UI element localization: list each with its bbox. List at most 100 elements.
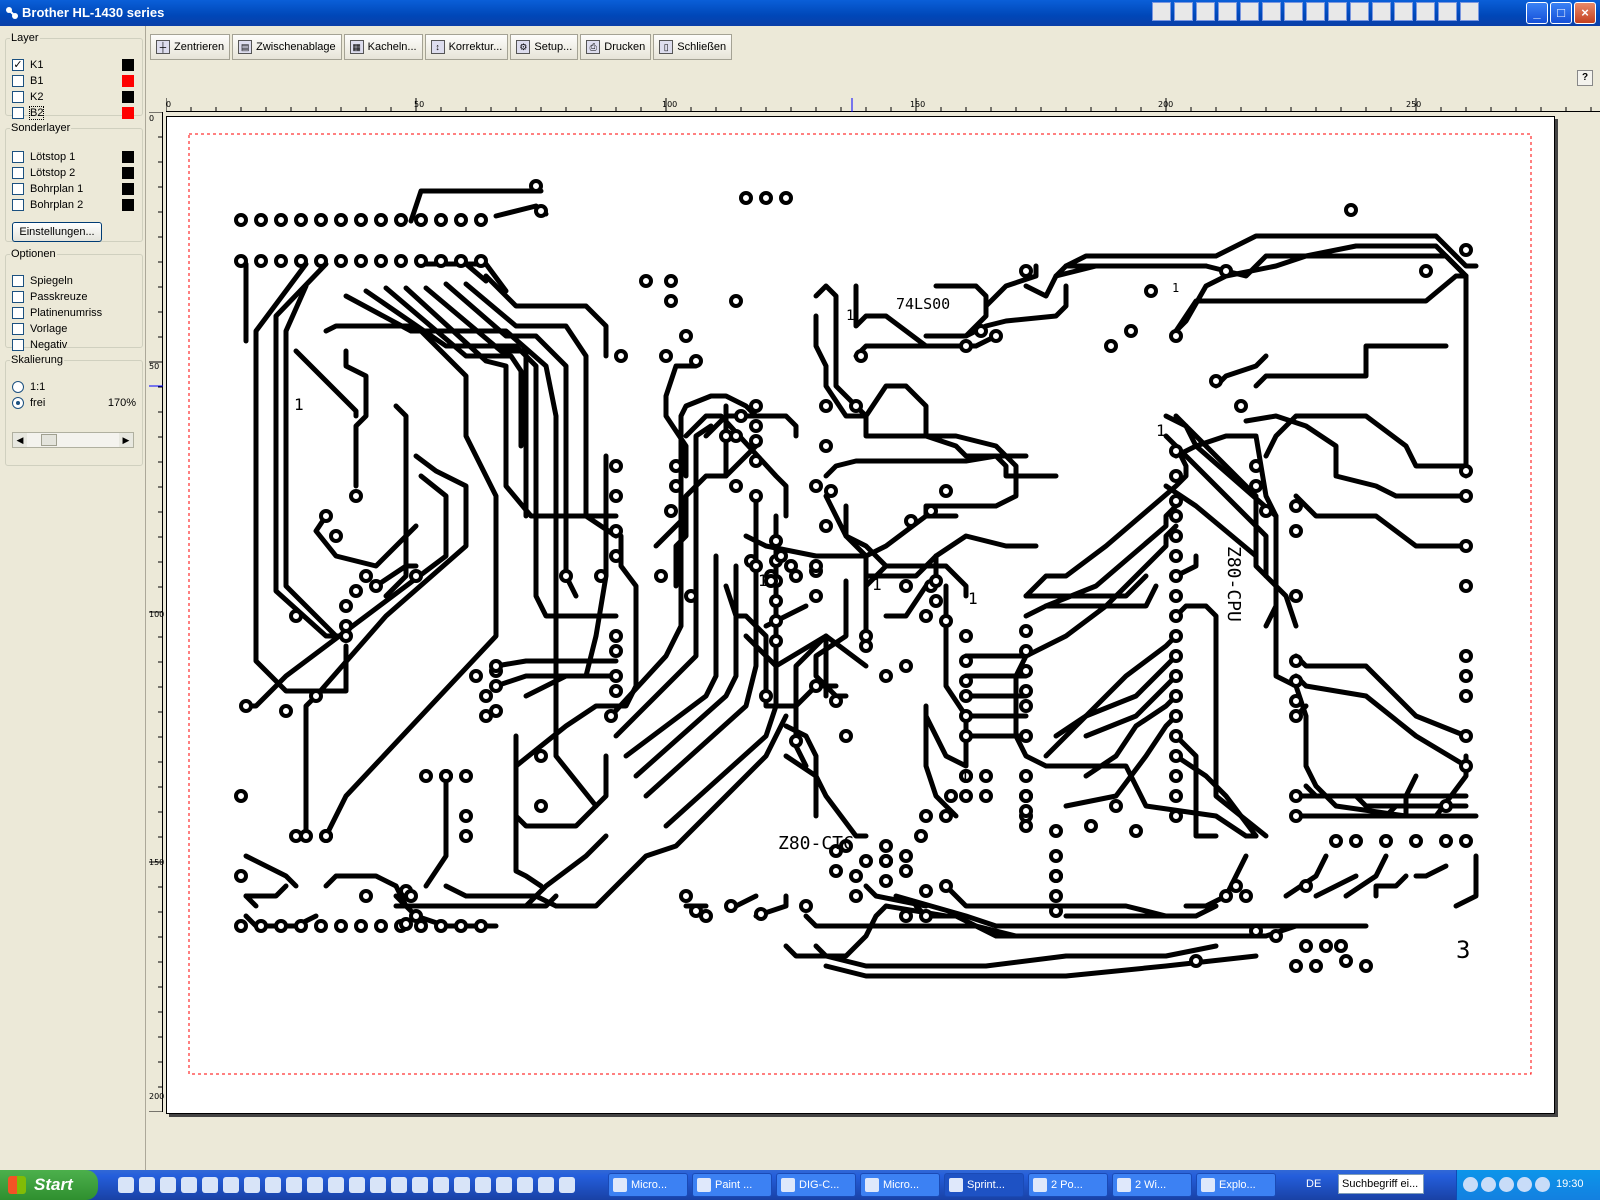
search-input[interactable]: Suchbegriff ei... bbox=[1338, 1174, 1424, 1194]
taskbar-item[interactable]: Sprint... bbox=[944, 1173, 1024, 1197]
negativ-checkbox[interactable] bbox=[12, 339, 24, 351]
bohrplan1-checkbox[interactable] bbox=[12, 183, 24, 195]
option-spiegeln[interactable]: Spiegeln bbox=[12, 274, 73, 288]
scroll-right-arrow-icon[interactable]: ▶ bbox=[119, 433, 133, 447]
start-button[interactable]: Start bbox=[0, 1170, 98, 1200]
bohrplan2-checkbox[interactable] bbox=[12, 199, 24, 211]
app-icon[interactable] bbox=[517, 1177, 533, 1193]
app-icon[interactable] bbox=[1416, 2, 1435, 21]
app-icon[interactable] bbox=[1284, 2, 1303, 21]
scale-slider-thumb[interactable] bbox=[41, 434, 57, 446]
einstellungen-button[interactable]: Einstellungen... bbox=[12, 222, 102, 242]
app-icon[interactable] bbox=[1240, 2, 1259, 21]
layer-k1-row[interactable]: ✓ K1 bbox=[12, 58, 43, 72]
app-icon[interactable] bbox=[160, 1177, 176, 1193]
layer-k2-color[interactable] bbox=[122, 91, 134, 103]
layer-b2-checkbox[interactable] bbox=[12, 107, 24, 119]
layer-k1-color[interactable] bbox=[122, 59, 134, 71]
zentrieren-button[interactable]: ┼ Zentrieren bbox=[150, 34, 231, 60]
app-icon[interactable] bbox=[286, 1177, 302, 1193]
scroll-left-arrow-icon[interactable]: ◀ bbox=[13, 433, 27, 447]
tray-icon[interactable] bbox=[1463, 1177, 1478, 1192]
layer-k1-checkbox[interactable]: ✓ bbox=[12, 59, 24, 71]
excel-icon[interactable] bbox=[1372, 2, 1391, 21]
loetstop2-checkbox[interactable] bbox=[12, 167, 24, 179]
app-icon[interactable] bbox=[370, 1177, 386, 1193]
taskbar-item[interactable]: 2 Wi... bbox=[1112, 1173, 1192, 1197]
access-icon[interactable] bbox=[1438, 2, 1457, 21]
close-button[interactable]: × bbox=[1574, 2, 1596, 24]
app-icon[interactable] bbox=[328, 1177, 344, 1193]
taskbar-item[interactable]: Explo... bbox=[1196, 1173, 1276, 1197]
taskbar-item[interactable]: Micro... bbox=[608, 1173, 688, 1197]
layer-b1-row[interactable]: B1 bbox=[12, 74, 43, 88]
layer-b2-color[interactable] bbox=[122, 107, 134, 119]
korrektur-button[interactable]: ↕ Korrektur... bbox=[424, 34, 509, 60]
zwischenablage-button[interactable]: ▤ Zwischenablage bbox=[232, 34, 342, 60]
tray-icon[interactable] bbox=[1481, 1177, 1496, 1192]
app-icon[interactable] bbox=[454, 1177, 470, 1193]
app-icon[interactable] bbox=[181, 1177, 197, 1193]
app-icon[interactable] bbox=[265, 1177, 281, 1193]
loetstop1-color[interactable] bbox=[122, 151, 134, 163]
setup-button[interactable]: ⚙ Setup... bbox=[510, 34, 579, 60]
tray-icon[interactable] bbox=[1517, 1177, 1532, 1192]
option-platinenumriss[interactable]: Platinenumriss bbox=[12, 306, 102, 320]
minimize-button[interactable]: _ bbox=[1526, 2, 1548, 24]
app-icon[interactable] bbox=[433, 1177, 449, 1193]
app-icon[interactable] bbox=[1152, 2, 1171, 21]
scale-frei-radio[interactable] bbox=[12, 397, 24, 409]
layer-b2-row[interactable]: B2 bbox=[12, 106, 45, 120]
option-vorlage[interactable]: Vorlage bbox=[12, 322, 67, 336]
app-icon[interactable] bbox=[223, 1177, 239, 1193]
taskbar-item[interactable]: 2 Po... bbox=[1028, 1173, 1108, 1197]
layer-k2-row[interactable]: K2 bbox=[12, 90, 43, 104]
app-icon[interactable] bbox=[496, 1177, 512, 1193]
schliessen-button[interactable]: ▯ Schließen bbox=[653, 34, 733, 60]
app-icon[interactable] bbox=[118, 1177, 134, 1193]
spiegeln-checkbox[interactable] bbox=[12, 275, 24, 287]
app-icon[interactable] bbox=[307, 1177, 323, 1193]
scale-frei-option[interactable]: frei bbox=[12, 396, 45, 410]
kacheln-button[interactable]: ▦ Kacheln... bbox=[343, 34, 423, 60]
note-icon[interactable] bbox=[1328, 2, 1347, 21]
app-icon[interactable] bbox=[202, 1177, 218, 1193]
tray-icon[interactable] bbox=[1535, 1177, 1550, 1192]
word-icon[interactable] bbox=[1350, 2, 1369, 21]
app-icon[interactable] bbox=[559, 1177, 575, 1193]
scale-slider[interactable]: ◀ ▶ bbox=[12, 432, 134, 448]
taskbar-item[interactable]: DIG-C... bbox=[776, 1173, 856, 1197]
help-button[interactable]: ? bbox=[1577, 70, 1593, 86]
app-icon[interactable] bbox=[349, 1177, 365, 1193]
app-icon[interactable] bbox=[1196, 2, 1215, 21]
layer-b1-color[interactable] bbox=[122, 75, 134, 87]
bohrplan2-color[interactable] bbox=[122, 199, 134, 211]
loetstop2-row[interactable]: Lötstop 2 bbox=[12, 166, 75, 180]
passkreuze-checkbox[interactable] bbox=[12, 291, 24, 303]
app-icon[interactable] bbox=[1262, 2, 1281, 21]
tray-icon[interactable] bbox=[1499, 1177, 1514, 1192]
loetstop2-color[interactable] bbox=[122, 167, 134, 179]
option-passkreuze[interactable]: Passkreuze bbox=[12, 290, 87, 304]
browser-icon[interactable] bbox=[139, 1177, 155, 1193]
bohrplan1-color[interactable] bbox=[122, 183, 134, 195]
taskbar-item[interactable]: Micro... bbox=[860, 1173, 940, 1197]
app-icon[interactable] bbox=[1174, 2, 1193, 21]
layer-b1-checkbox[interactable] bbox=[12, 75, 24, 87]
drucken-button[interactable]: ⎙ Drucken bbox=[580, 34, 652, 60]
app-icon[interactable] bbox=[475, 1177, 491, 1193]
loetstop1-row[interactable]: Lötstop 1 bbox=[12, 150, 75, 164]
taskbar-item[interactable]: Paint ... bbox=[692, 1173, 772, 1197]
powerpoint-icon[interactable] bbox=[1394, 2, 1413, 21]
option-negativ[interactable]: Negativ bbox=[12, 338, 67, 352]
scale-1to1-option[interactable]: 1:1 bbox=[12, 380, 45, 394]
loetstop1-checkbox[interactable] bbox=[12, 151, 24, 163]
app-icon[interactable] bbox=[1460, 2, 1479, 21]
vorlage-checkbox[interactable] bbox=[12, 323, 24, 335]
app-icon[interactable] bbox=[244, 1177, 260, 1193]
language-indicator[interactable]: DE bbox=[1306, 1178, 1321, 1190]
platinenumriss-checkbox[interactable] bbox=[12, 307, 24, 319]
maximize-button[interactable]: □ bbox=[1550, 2, 1572, 24]
mail-icon[interactable] bbox=[1218, 2, 1237, 21]
bohrplan1-row[interactable]: Bohrplan 1 bbox=[12, 182, 83, 196]
